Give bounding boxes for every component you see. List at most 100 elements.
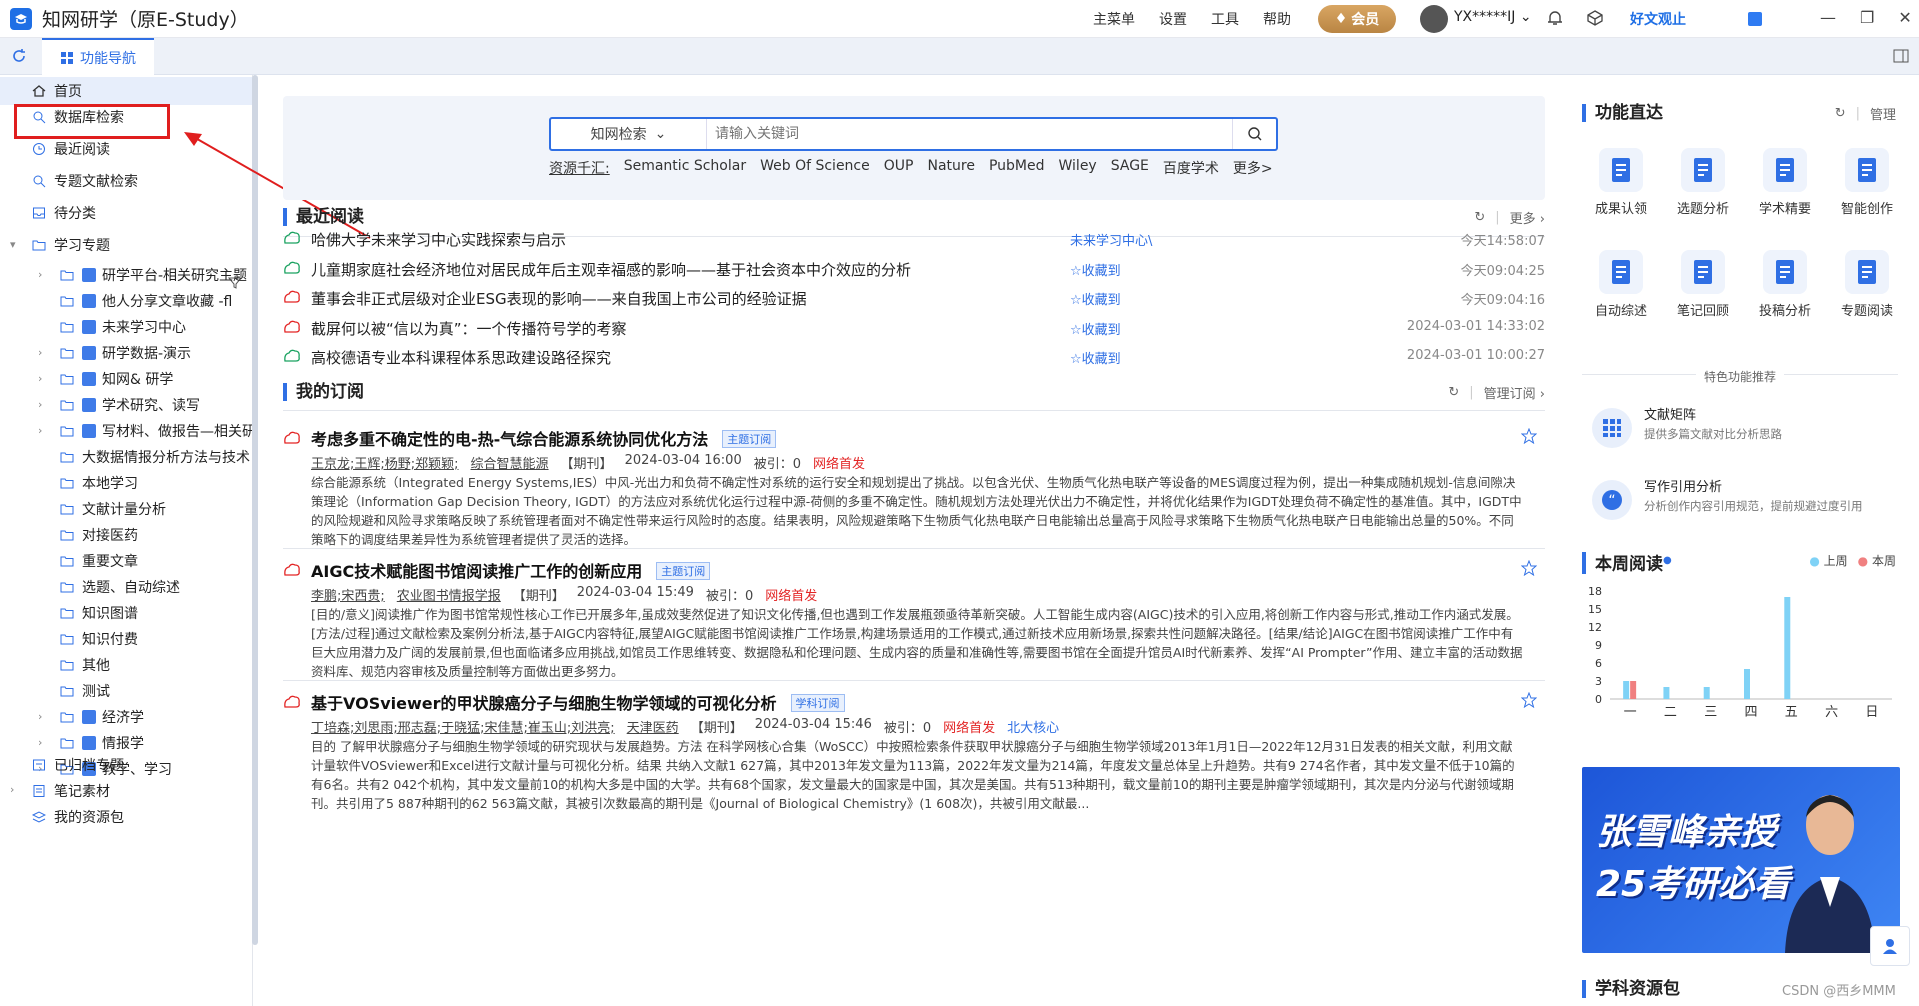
quick-item[interactable]: 投稿分析 — [1750, 250, 1820, 319]
source-more-link[interactable]: 更多> — [1233, 158, 1273, 178]
sidebar-topic-item[interactable]: 研学平台-相关研究主题 — [0, 261, 253, 289]
bar-本周[interactable] — [1630, 681, 1637, 699]
recent-folder-link[interactable]: ☆收藏到 — [1070, 289, 1121, 308]
subscription-title[interactable]: AIGC技术赋能图书馆阅读推广工作的创新应用 主题订阅 — [311, 558, 711, 582]
recent-row[interactable]: 儿童期家庭社会经济地位对居民成年后主观幸福感的影响——基于社会资本中介效应的分析… — [283, 253, 1545, 283]
subscription-title[interactable]: 考虑多重不确定性的电-热-气综合能源系统协同优化方法 主题订阅 — [311, 426, 777, 450]
recent-row[interactable]: 哈佛大学未来学习中心实践探索与启示 未来学习中心\ 今天14:58:07 — [283, 223, 1545, 253]
cube-icon[interactable] — [1586, 9, 1604, 27]
sidebar-item-recent[interactable]: 最近阅读 — [0, 135, 110, 163]
maximize-icon[interactable]: ❐ — [1860, 8, 1874, 27]
manage-subs-link[interactable]: 管理订阅 › — [1484, 383, 1545, 402]
sidebar-item-home[interactable]: 首页 — [0, 77, 253, 105]
search-scope-select[interactable]: 知网检索 ⌄ — [551, 119, 707, 149]
source-link[interactable]: PubMed — [989, 158, 1045, 178]
sidebar-topic-item[interactable]: 选题、自动综述 — [0, 573, 253, 601]
recent-title-text[interactable]: 截屏何以被“信以为真”：一个传播符号学的考察 — [311, 318, 627, 339]
quick-manage-link[interactable]: 管理 — [1870, 104, 1896, 123]
star-icon[interactable] — [1521, 560, 1537, 576]
star-icon[interactable] — [1521, 692, 1537, 708]
sidebar-topic-item[interactable]: 文献计量分析 — [0, 495, 253, 523]
sidebar-topic-item[interactable]: 其他 — [0, 651, 253, 679]
journal[interactable]: 综合智慧能源 — [471, 453, 549, 472]
panel-toggle-icon[interactable] — [1892, 47, 1910, 65]
user-name[interactable]: YX*****IJ ⌄ — [1454, 9, 1532, 25]
vip-button[interactable]: ♦ 会员 — [1318, 5, 1396, 33]
bar-上周[interactable] — [1623, 681, 1630, 699]
recent-title-text[interactable]: 哈佛大学未来学习中心实践探索与启示 — [311, 229, 566, 250]
menu-main[interactable]: 主菜单 — [1093, 9, 1135, 29]
authors[interactable]: 丁培森;刘思雨;邢志磊;于晓猛;宋佳慧;崔玉山;刘洪亮; — [311, 717, 615, 736]
source-link[interactable]: Web Of Science — [760, 158, 870, 178]
recent-folder-link[interactable]: 未来学习中心\ — [1070, 230, 1152, 249]
journal[interactable]: 天津医药 — [627, 717, 679, 736]
quick-item[interactable]: 智能创作 — [1832, 148, 1902, 217]
sidebar-item-archived[interactable]: 已归档专题 — [0, 751, 124, 779]
sidebar-topic-item[interactable]: 知网& 研学 — [0, 365, 253, 393]
bar-上周[interactable] — [1663, 687, 1670, 699]
quick-item[interactable]: 笔记回顾 — [1668, 250, 1738, 319]
sidebar-topic-item[interactable]: 未来学习中心 — [0, 313, 253, 341]
journal[interactable]: 农业图书情报学报 — [397, 585, 501, 604]
menu-help[interactable]: 帮助 — [1263, 9, 1291, 29]
avatar[interactable] — [1420, 5, 1448, 33]
sidebar-topic-item[interactable]: 写材料、做报告—相关研究 — [0, 417, 253, 445]
source-link[interactable]: Nature — [927, 158, 974, 178]
bell-icon[interactable] — [1546, 9, 1564, 27]
sidebar-topic-item[interactable]: 测试 — [0, 677, 253, 705]
recent-row[interactable]: 董事会非正式层级对企业ESG表现的影响——来自我国上市公司的经验证据 ☆收藏到 今天… — [283, 282, 1545, 312]
search-input[interactable] — [707, 120, 1232, 148]
sidebar-topic-item[interactable]: 对接医药 — [0, 521, 253, 549]
quick-item[interactable]: 学术精要 — [1750, 148, 1820, 217]
quick-item[interactable]: 自动综述 — [1586, 250, 1656, 319]
sidebar-item-topic-search[interactable]: 专题文献检索 — [0, 167, 138, 195]
sidebar-topic-item[interactable]: 研学数据-演示 — [0, 339, 253, 367]
menu-settings[interactable]: 设置 — [1159, 9, 1187, 29]
sidebar-topic-item[interactable]: 经济学 — [0, 703, 253, 731]
sidebar-topic-item[interactable]: 知识图谱 — [0, 599, 253, 627]
source-link[interactable]: Semantic Scholar — [624, 158, 746, 178]
source-link[interactable]: Wiley — [1059, 158, 1097, 178]
quick-item[interactable]: 专题阅读 — [1832, 250, 1902, 319]
recent-title-text[interactable]: 董事会非正式层级对企业ESG表现的影响——来自我国上市公司的经验证据 — [311, 288, 807, 309]
close-icon[interactable]: ✕ — [1898, 8, 1911, 27]
refresh-icon[interactable]: ↻ — [1448, 385, 1459, 400]
recent-row[interactable]: 截屏何以被“信以为真”：一个传播符号学的考察 ☆收藏到 2024-03-01 14:… — [283, 312, 1545, 342]
sidebar-topic-item[interactable]: 重要文章 — [0, 547, 253, 575]
recent-folder-link[interactable]: ☆收藏到 — [1070, 260, 1121, 279]
customer-service-button[interactable] — [1870, 926, 1910, 966]
bar-上周[interactable] — [1744, 669, 1750, 699]
source-link[interactable]: OUP — [884, 158, 914, 178]
recent-row[interactable]: 高校德语专业本科课程体系思政建设路径探究 ☆收藏到 2024-03-01 10:00… — [283, 341, 1545, 371]
search-button[interactable] — [1232, 119, 1276, 149]
ad-banner[interactable]: 张雪峰亲授 25考研必看 — [1582, 767, 1900, 953]
skin-icon[interactable] — [1748, 12, 1762, 26]
sidebar-topic-item[interactable]: 学术研究、读写 — [0, 391, 253, 419]
sidebar-item-notes[interactable]: 笔记素材 — [0, 777, 110, 805]
refresh-icon[interactable] — [10, 47, 28, 65]
quick-item[interactable]: 成果认领 — [1586, 148, 1656, 217]
recent-folder-link[interactable]: ☆收藏到 — [1070, 319, 1121, 338]
menu-tools[interactable]: 工具 — [1211, 9, 1239, 29]
sidebar-topic-item[interactable]: 知识付费 — [0, 625, 253, 653]
recent-folder-link[interactable]: ☆收藏到 — [1070, 348, 1121, 367]
sidebar-item-unclassified[interactable]: 待分类 — [0, 199, 96, 227]
sidebar-topic-item[interactable]: 他人分享文章收藏 -fl — [0, 287, 253, 315]
authors[interactable]: 李鹏;宋西贵; — [311, 585, 385, 604]
star-icon[interactable] — [1521, 428, 1537, 444]
sidebar-topic-item[interactable]: 大数据情报分析方法与技术 — [0, 443, 253, 471]
sidebar-item-study-topics[interactable]: 学习专题 — [0, 231, 110, 259]
subscription-title[interactable]: 基于VOSviewer的甲状腺癌分子与细胞生物学领域的可视化分析 学科订阅 — [311, 690, 845, 714]
bar-上周[interactable] — [1784, 597, 1791, 699]
sidebar-item-resource-pack[interactable]: 我的资源包 — [0, 803, 124, 831]
info-icon[interactable]: ● — [1663, 555, 1672, 566]
recent-title-text[interactable]: 高校德语专业本科课程体系思政建设路径探究 — [311, 347, 611, 368]
source-link[interactable]: SAGE — [1111, 158, 1149, 178]
refresh-icon[interactable]: ↻ — [1835, 106, 1846, 121]
quick-item[interactable]: 选题分析 — [1668, 148, 1738, 217]
sidebar-topic-item[interactable]: 本地学习 — [0, 469, 253, 497]
minimize-icon[interactable]: — — [1820, 8, 1836, 27]
haowen-link[interactable]: 好文观止 — [1630, 9, 1686, 29]
bar-上周[interactable] — [1703, 687, 1710, 699]
authors[interactable]: 王京龙;王辉;杨野;郑颖颖; — [311, 453, 459, 472]
